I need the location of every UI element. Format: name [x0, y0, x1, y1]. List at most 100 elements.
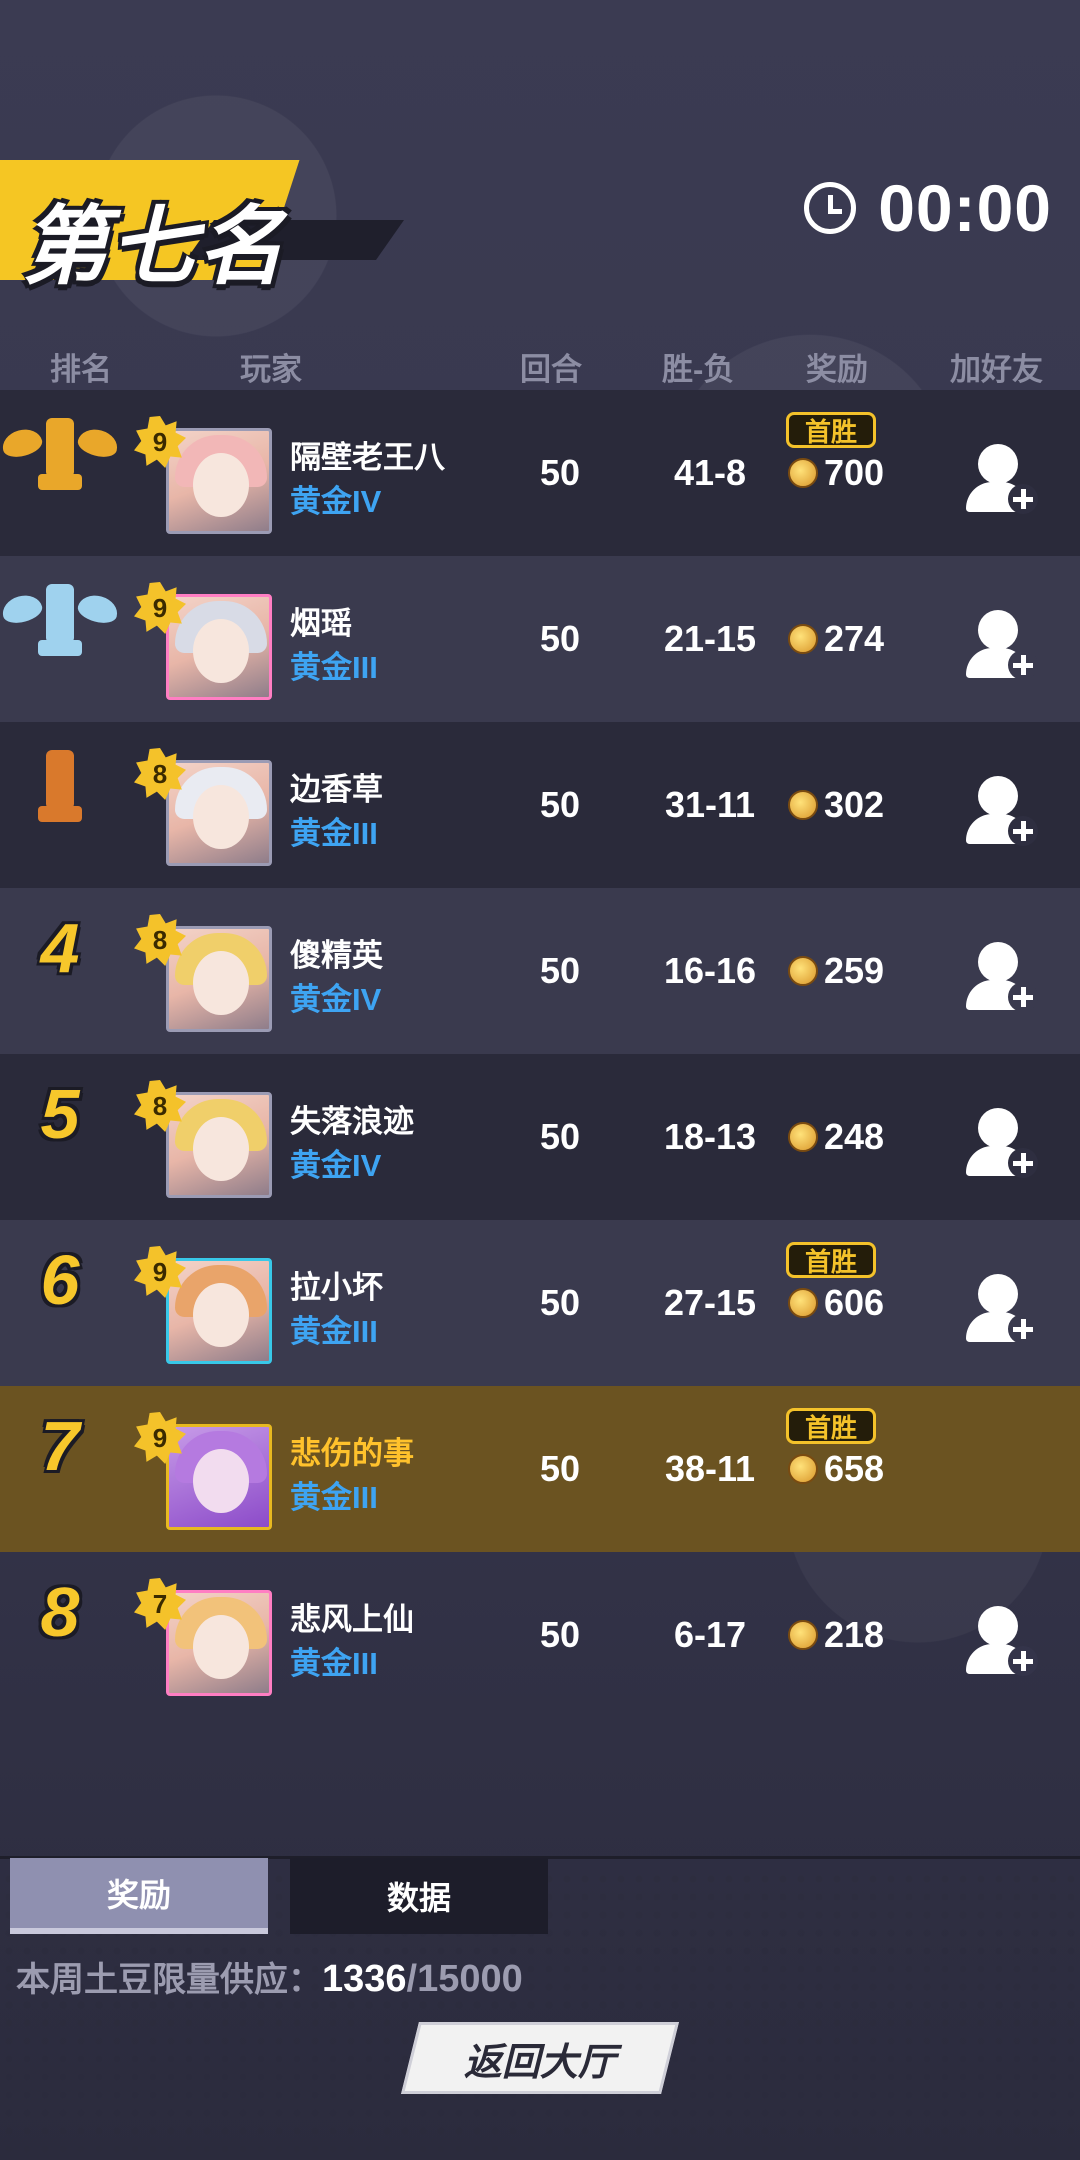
- add-friend-button[interactable]: [966, 1108, 1040, 1182]
- level-star-icon: 9: [134, 582, 186, 634]
- silver-trophy-icon: [0, 576, 121, 666]
- reward-cell: 259: [788, 950, 884, 992]
- coin-icon: [788, 956, 818, 986]
- reward-cell: 658: [788, 1448, 884, 1490]
- win-loss-value: 16-16: [663, 950, 757, 991]
- col-rank: 排名: [50, 352, 112, 387]
- coin-icon: [788, 790, 818, 820]
- return-lobby-button[interactable]: 返回大厅: [401, 2022, 679, 2094]
- col-win-loss: 胜-负: [662, 352, 735, 387]
- player-tier: 黄金IV: [290, 982, 382, 1017]
- level-star-icon: 9: [134, 416, 186, 468]
- supply-label: 本周土豆限量供应：: [16, 1961, 322, 1999]
- level-star-icon: 7: [134, 1578, 186, 1630]
- table-row: 6 9 拉小坏 黄金III 50 27-15 首胜 606: [0, 1220, 1080, 1386]
- level-star-icon: 9: [134, 1412, 186, 1464]
- rounds-value: 50: [539, 1282, 581, 1323]
- add-friend-button[interactable]: [966, 610, 1040, 684]
- reward-value: 606: [824, 1282, 885, 1323]
- first-win-badge: 首胜: [786, 1408, 876, 1444]
- supply-max: /15000: [406, 1958, 523, 2000]
- player-tier: 黄金IV: [290, 1148, 382, 1183]
- win-loss-value: 38-11: [664, 1448, 756, 1489]
- win-loss-value: 27-15: [663, 1282, 757, 1323]
- rank-cell: 5: [10, 1074, 110, 1174]
- tab-data[interactable]: 数据: [290, 1858, 548, 1934]
- player-tier: 黄金III: [290, 1314, 378, 1349]
- reward-value: 302: [824, 784, 885, 825]
- col-add-friend: 加好友: [950, 352, 1043, 387]
- rank-number: 8: [40, 1573, 80, 1651]
- placement-title: 第七名: [22, 199, 286, 295]
- level-star-icon: 9: [134, 1246, 186, 1298]
- coin-icon: [788, 624, 818, 654]
- reward-value: 700: [824, 452, 885, 493]
- col-rounds: 回合: [520, 352, 582, 387]
- coin-icon: [788, 1454, 818, 1484]
- rounds-value: 50: [539, 618, 581, 659]
- table-row: 5 8 失落浪迹 黄金IV 50 18-13 248: [0, 1054, 1080, 1220]
- player-tier: 黄金IV: [290, 484, 382, 519]
- add-friend-button[interactable]: [966, 444, 1040, 518]
- rank-number: 7: [40, 1407, 80, 1485]
- table-row: 4 8 傻精英 黄金IV 50 16-16 259: [0, 888, 1080, 1054]
- rank-cell: [0, 576, 121, 676]
- coin-icon: [788, 1288, 818, 1318]
- player-name: 悲风上仙: [290, 1602, 414, 1637]
- level-star-icon: 8: [134, 1080, 186, 1132]
- player-tier: 黄金III: [290, 816, 378, 851]
- coin-icon: [788, 1620, 818, 1650]
- add-friend-button[interactable]: [966, 942, 1040, 1016]
- reward-cell: 302: [788, 784, 884, 826]
- table-row: 9 烟瑶 黄金III 50 21-15 274: [0, 556, 1080, 722]
- rounds-value: 50: [539, 452, 581, 493]
- col-reward: 奖励: [806, 352, 868, 387]
- add-friend-button[interactable]: [966, 1606, 1040, 1680]
- rank-cell: [10, 742, 110, 842]
- coin-icon: [788, 1122, 818, 1152]
- reward-cell: 700: [788, 452, 884, 494]
- rounds-value: 50: [539, 784, 581, 825]
- win-loss-value: 41-8: [673, 452, 747, 493]
- timer-value: 00:00: [878, 171, 1052, 245]
- reward-cell: 606: [788, 1282, 884, 1324]
- rounds-value: 50: [539, 1448, 581, 1489]
- column-headers: 排名 玩家 回合 胜-负 奖励 加好友: [0, 340, 1080, 390]
- rank-cell: [0, 410, 121, 510]
- rounds-value: 50: [539, 950, 581, 991]
- table-row: 8 边香草 黄金III 50 31-11 302: [0, 722, 1080, 888]
- player-name: 傻精英: [290, 938, 383, 973]
- win-loss-value: 31-11: [664, 784, 756, 825]
- timer: 00:00: [804, 170, 1052, 246]
- bottom-tabs: 奖励 数据: [10, 1858, 548, 1934]
- gold-trophy-icon: [0, 410, 121, 500]
- clock-icon: [804, 182, 857, 234]
- rank-cell: 6: [10, 1240, 110, 1340]
- leaderboard: 9 隔壁老王八 黄金IV 50 41-8 首胜 700 9 烟瑶 黄金III 5…: [0, 390, 1080, 1718]
- table-row-self: 7 9 悲伤的事 黄金III 50 38-11 首胜 658: [0, 1386, 1080, 1552]
- rank-cell: 7: [10, 1406, 110, 1506]
- add-friend-button[interactable]: [966, 1274, 1040, 1348]
- reward-value: 218: [824, 1614, 885, 1655]
- player-tier: 黄金III: [290, 1480, 378, 1515]
- win-loss-value: 21-15: [663, 618, 757, 659]
- rounds-value: 50: [539, 1116, 581, 1157]
- player-tier: 黄金III: [290, 1646, 378, 1681]
- tab-reward[interactable]: 奖励: [10, 1858, 268, 1934]
- rank-number: 4: [40, 909, 80, 987]
- table-row: 9 隔壁老王八 黄金IV 50 41-8 首胜 700: [0, 390, 1080, 556]
- reward-value: 274: [824, 618, 885, 659]
- reward-cell: 248: [788, 1116, 884, 1158]
- player-name: 隔壁老王八: [290, 440, 445, 475]
- player-name: 失落浪迹: [290, 1104, 414, 1139]
- table-row: 8 7 悲风上仙 黄金III 50 6-17 218: [0, 1552, 1080, 1718]
- reward-cell: 274: [788, 618, 884, 660]
- reward-value: 259: [824, 950, 885, 991]
- rank-number: 5: [40, 1075, 80, 1153]
- rank-number: 6: [40, 1241, 80, 1319]
- add-friend-button[interactable]: [966, 776, 1040, 850]
- placement-banner: 第七名: [0, 140, 405, 310]
- win-loss-value: 6-17: [673, 1614, 747, 1655]
- supply-current: 1336: [322, 1958, 407, 2000]
- player-tier: 黄金III: [290, 650, 378, 685]
